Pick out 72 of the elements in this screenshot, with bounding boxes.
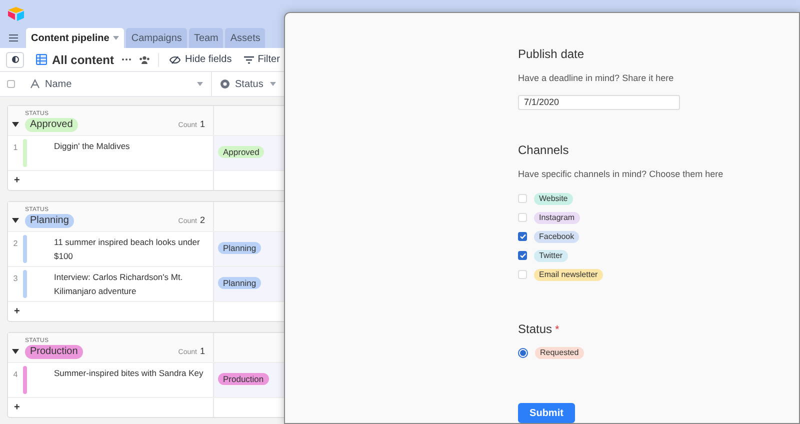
- color-bar: [23, 139, 27, 167]
- add-record-button[interactable]: +: [8, 398, 213, 417]
- color-bar: [23, 235, 27, 263]
- status-tag: Production: [25, 344, 83, 358]
- channel-tag: Instagram: [534, 212, 580, 224]
- field-description: Have a deadline in mind? Share it here: [518, 72, 675, 85]
- menu-icon[interactable]: [8, 34, 18, 42]
- add-record-button[interactable]: +: [8, 302, 213, 321]
- count-value: 1: [200, 344, 205, 358]
- row-number: 2: [12, 238, 19, 250]
- status-tag: Approved: [25, 118, 78, 132]
- status-field-icon: [220, 79, 230, 89]
- toolbar-button[interactable]: Hide fields: [167, 52, 234, 67]
- add-record-button[interactable]: +: [8, 171, 213, 190]
- color-bar: [23, 366, 27, 394]
- column-header[interactable]: Name: [22, 72, 212, 96]
- grid-icon: [36, 54, 47, 65]
- channel-tag: Facebook: [534, 230, 580, 243]
- field-title: Status: [518, 320, 552, 338]
- channel-tag: Email newsletter: [534, 268, 603, 281]
- channel-tag: Twitter: [534, 250, 568, 262]
- required-mark: *: [555, 322, 560, 338]
- toolbar-button[interactable]: Filter: [242, 52, 282, 67]
- collapse-icon[interactable]: [12, 349, 19, 354]
- channel-tag: Website: [534, 192, 573, 205]
- row-number: 4: [12, 369, 19, 381]
- row-number: 3: [12, 273, 19, 285]
- logo-icon: [8, 7, 25, 21]
- check-icon: [520, 253, 526, 258]
- date-field[interactable]: 7/1/2020: [518, 94, 680, 110]
- column-label: Status: [235, 78, 264, 92]
- eye-slash-icon: [169, 56, 181, 64]
- count-value: 2: [200, 214, 205, 227]
- column-header[interactable]: Status: [212, 72, 284, 96]
- sidebar-toggle-button[interactable]: [6, 52, 24, 68]
- radio-button[interactable]: [518, 348, 528, 358]
- caret-icon: [270, 82, 276, 86]
- status-tag: Production: [218, 373, 269, 385]
- people-icon[interactable]: [139, 56, 150, 64]
- collapse-icon[interactable]: [12, 218, 19, 223]
- column-label: Name: [45, 78, 73, 92]
- checkbox[interactable]: [518, 251, 527, 260]
- field-title: Publish date: [518, 46, 586, 63]
- tab[interactable]: Campaigns: [126, 28, 187, 48]
- table-cell-text: Interview: Carlos Richardson's Mt. Kilimanjaro adventure: [53, 271, 184, 298]
- sidebar-icon: [12, 56, 18, 63]
- filter-icon: [244, 56, 254, 64]
- status-tag: Planning: [218, 242, 262, 254]
- table-cell-text: Diggin' the Maldives: [53, 140, 131, 153]
- count-value: 1: [200, 118, 205, 131]
- tab[interactable]: Content pipeline: [26, 28, 124, 48]
- tab[interactable]: Assets: [225, 28, 266, 48]
- more-icon[interactable]: [122, 58, 131, 61]
- status-tag: Approved: [218, 146, 264, 158]
- status-tag: Planning: [25, 214, 74, 228]
- select-all-checkbox[interactable]: [7, 80, 15, 88]
- status-tag: Planning: [218, 277, 262, 289]
- table-cell-text: Summer-inspired bites with Sandra Key: [53, 367, 204, 380]
- field-title: Channels: [518, 142, 570, 160]
- status-tag: Requested: [535, 347, 584, 360]
- color-bar: [23, 270, 27, 298]
- view-name[interactable]: All content: [52, 50, 114, 68]
- text-field-icon: [30, 79, 40, 89]
- submit-button[interactable]: Submit: [518, 403, 575, 423]
- checkbox[interactable]: [518, 232, 527, 242]
- check-icon: [520, 234, 526, 240]
- caret-icon: [197, 82, 203, 86]
- collapse-icon[interactable]: [12, 122, 19, 127]
- table-cell-text: 11 summer inspired beach looks under $100: [53, 236, 201, 263]
- row-number: 1: [12, 142, 19, 154]
- tab[interactable]: Team: [188, 28, 224, 48]
- field-description: Have specific channels in mind? Choose them here: [518, 168, 724, 182]
